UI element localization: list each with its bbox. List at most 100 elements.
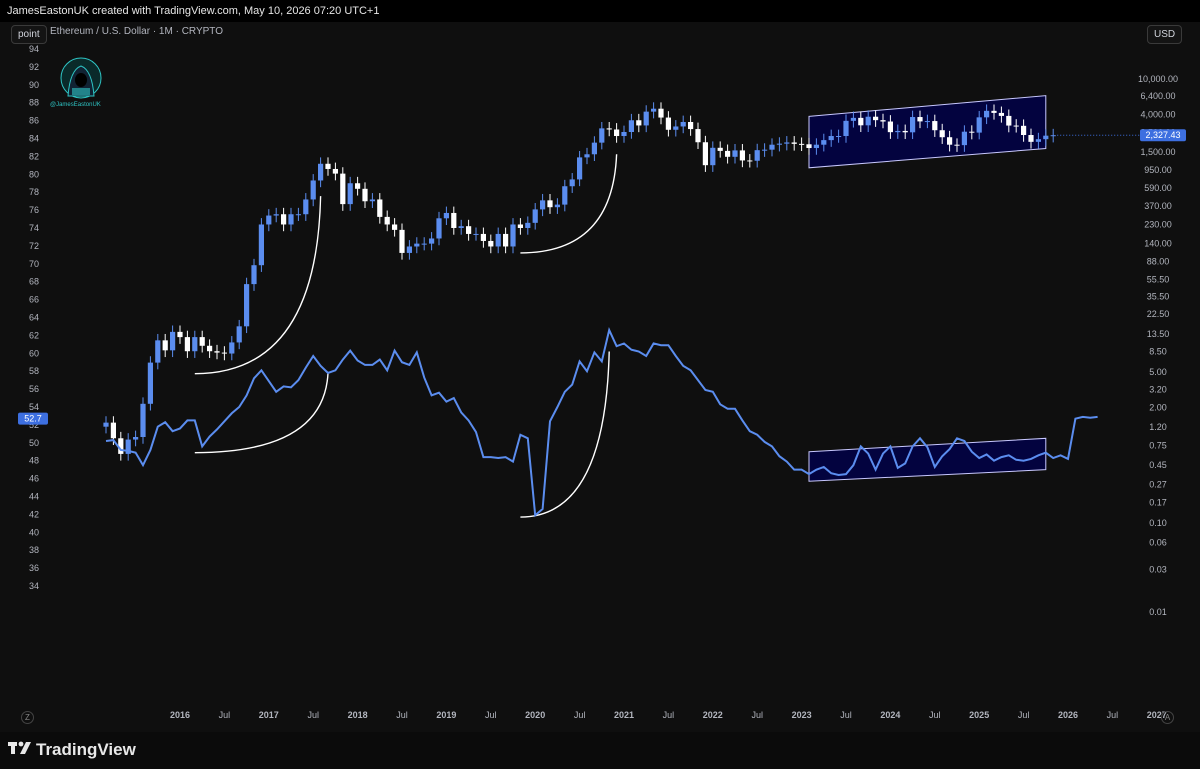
channels-layer	[808, 95, 1047, 482]
candle-body	[917, 117, 923, 122]
right-axis-tick: 1,500.00	[1140, 147, 1175, 157]
candle-body	[547, 200, 553, 208]
right-axis-tick: 0.01	[1149, 607, 1167, 617]
auto-scale-button[interactable]: A	[1161, 711, 1174, 724]
candle-body	[251, 265, 257, 285]
candle-body	[702, 142, 708, 166]
candle-body	[443, 212, 449, 219]
candle-body	[162, 340, 168, 351]
right-axis-tick: 5.00	[1149, 367, 1167, 377]
candle-body	[628, 120, 634, 133]
right-axis-tick: 0.17	[1149, 498, 1167, 508]
candle-body	[969, 131, 975, 133]
candle-body	[273, 214, 279, 216]
candle-body	[984, 110, 990, 118]
x-axis-tick: Jul	[307, 710, 319, 720]
candle-body	[510, 224, 516, 247]
candle-body	[207, 345, 213, 352]
candle-body	[658, 108, 664, 118]
candle-body	[799, 143, 805, 145]
candle-body	[813, 144, 819, 149]
candle-body	[717, 147, 723, 151]
candle-body	[873, 116, 879, 121]
price-curve	[194, 196, 322, 375]
last-price-label: 2,327.43	[1145, 130, 1180, 140]
left-axis-tick: 92	[29, 62, 39, 72]
candle-body	[887, 121, 893, 133]
candle-body	[858, 117, 864, 126]
x-axis: 2016 Jul 2017 Jul 2018 Jul 2019 Jul 2020 Jul 2021 J…	[170, 710, 1167, 720]
right-axis-tick: 0.27	[1149, 480, 1167, 490]
candle-body	[747, 160, 753, 162]
x-axis-tick: Jul	[751, 710, 763, 720]
candle-body	[295, 214, 301, 216]
candle-body	[140, 403, 146, 437]
left-axis-tick: 90	[29, 80, 39, 90]
tradingview-brand: TradingView	[36, 740, 136, 759]
x-axis-tick: Jul	[663, 710, 675, 720]
left-axis-tick: 74	[29, 223, 39, 233]
right-axis-tick: 10,000.00	[1138, 74, 1178, 84]
candle-body	[451, 212, 457, 228]
candle-body	[954, 144, 960, 146]
candle-body	[303, 199, 309, 215]
candle-body	[651, 108, 657, 112]
left-axis-tick: 88	[29, 98, 39, 108]
left-axis-tick: 46	[29, 474, 39, 484]
right-axis-tick: 590.00	[1144, 183, 1172, 193]
candle-body	[1021, 125, 1027, 136]
candle-body	[184, 337, 190, 352]
candle-body	[843, 120, 849, 137]
candle-body	[769, 144, 775, 150]
candle-body	[214, 351, 220, 353]
right-axis-tick: 35.50	[1147, 292, 1170, 302]
candle-body	[133, 436, 139, 440]
candle-body	[532, 209, 538, 223]
x-axis-tick: Jul	[396, 710, 408, 720]
candle-body	[199, 337, 205, 346]
right-axis-tick: 0.10	[1149, 518, 1167, 528]
candle-body	[850, 117, 856, 121]
candle-body	[177, 331, 183, 338]
candle-body	[991, 110, 997, 113]
candle-body	[932, 121, 938, 131]
x-axis-tick: Jul	[929, 710, 941, 720]
candle-body	[665, 117, 671, 130]
candle-body	[562, 186, 568, 205]
left-axis-tick: 72	[29, 241, 39, 251]
candle-body	[828, 136, 834, 141]
left-axis-tick: 36	[29, 563, 39, 573]
candle-body	[680, 121, 686, 127]
price-chart[interactable]: 94 92 90 88 86 84 82 80 78 76 74 72 70 68 66 64 62 60 58 56…	[0, 0, 1200, 732]
right-axis-tick: 8.50	[1149, 347, 1167, 357]
candle-body	[332, 168, 338, 174]
candle-body	[621, 132, 627, 137]
candle-body	[836, 136, 842, 138]
candle-body	[643, 111, 649, 126]
left-axis-tick: 62	[29, 330, 39, 340]
right-axis-tick: 0.03	[1149, 564, 1167, 574]
candle-body	[1013, 125, 1019, 127]
candle-body	[910, 117, 916, 133]
left-axis-tick: 56	[29, 384, 39, 394]
candle-body	[436, 218, 442, 239]
candle-body	[288, 214, 294, 225]
candle-body	[377, 199, 383, 217]
candle-body	[784, 142, 790, 144]
candle-body	[325, 163, 331, 169]
right-axis-tick: 0.06	[1149, 538, 1167, 548]
x-axis-tick: 2022	[703, 710, 723, 720]
right-axis-tick: 55.50	[1147, 274, 1170, 284]
tradingview-logo-icon	[8, 741, 31, 754]
candle-body	[340, 173, 346, 205]
candle-body	[355, 183, 361, 189]
left-axis-tick: 54	[29, 402, 39, 412]
x-axis-tick: Jul	[1018, 710, 1030, 720]
candle-body	[103, 422, 109, 427]
candle-body	[1006, 115, 1012, 126]
zoom-reset-button[interactable]: Z	[21, 711, 34, 724]
candle-body	[147, 362, 153, 404]
candle-body	[1035, 139, 1041, 142]
left-axis-tick: 38	[29, 545, 39, 555]
candle-body	[754, 150, 760, 161]
